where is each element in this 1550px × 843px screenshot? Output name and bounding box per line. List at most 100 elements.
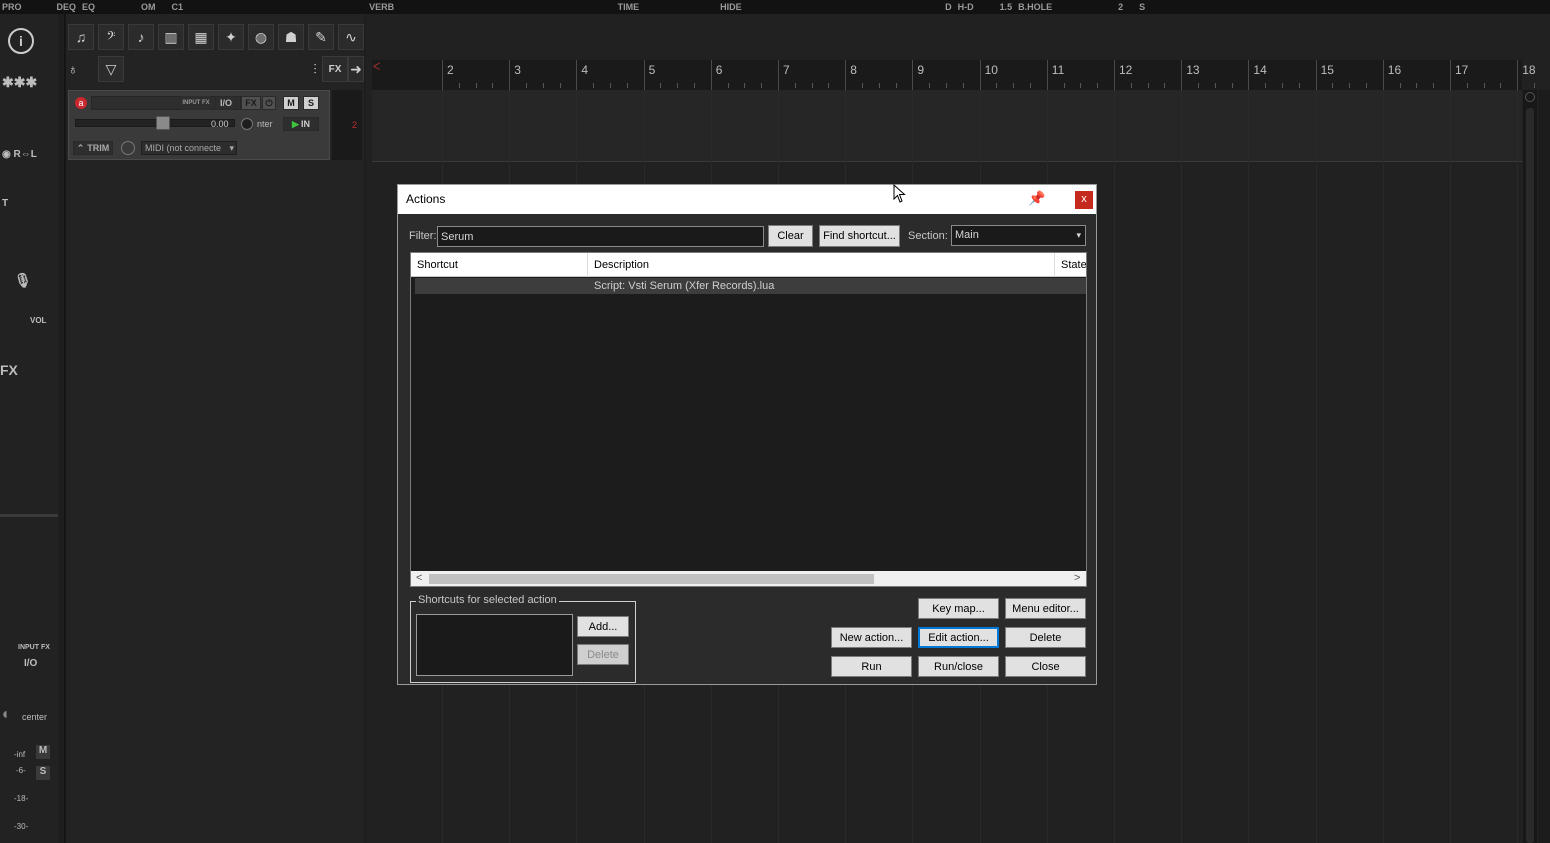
mic-small-icon[interactable]: ♁ — [60, 56, 86, 82]
fx-button[interactable]: FX — [241, 96, 261, 110]
freeze-icon[interactable]: ✱✱✱ — [2, 74, 37, 91]
clear-button[interactable]: Clear — [768, 225, 813, 247]
pan-knob-icon[interactable]: ◖ — [0, 706, 10, 724]
record-arm-button[interactable]: a — [75, 97, 87, 109]
toolbar-item[interactable]: OM — [141, 2, 156, 12]
toolbar-item[interactable]: 2 — [1118, 2, 1123, 12]
scrollbar-thumb[interactable] — [1526, 108, 1534, 843]
piano-icon[interactable]: ▥ — [158, 24, 184, 50]
fx-insert-icon[interactable]: FX — [322, 56, 348, 82]
trim-button[interactable]: ⌃ TRIM — [73, 141, 113, 155]
toolbar-item[interactable]: C1 — [172, 2, 184, 12]
toolbar-item[interactable]: H-D — [958, 2, 974, 12]
volume-slider-thumb[interactable] — [156, 116, 170, 130]
routing-icon[interactable]: ◉ R⇔L — [2, 149, 37, 160]
input-fx-label[interactable]: INPUT FX — [18, 644, 50, 651]
toolbar-item[interactable]: VERB — [369, 2, 394, 12]
toolbar-item[interactable]: DEQ — [57, 2, 77, 12]
fx-label[interactable]: FX — [0, 362, 18, 378]
toolbar-item[interactable]: D — [945, 2, 952, 12]
loop-marker-icon[interactable]: ᐸ — [373, 62, 380, 73]
vertical-scrollbar[interactable] — [1523, 90, 1537, 843]
add-shortcut-button[interactable]: Add... — [577, 616, 629, 637]
run-button[interactable]: Run — [831, 656, 912, 677]
ruler-beat-tick — [694, 83, 695, 88]
io-label[interactable]: I/O — [24, 658, 37, 669]
delete-action-button[interactable]: Delete — [1005, 627, 1086, 648]
column-header-state[interactable]: State — [1055, 253, 1086, 277]
input-monitor-button[interactable]: ▶ IN — [283, 117, 319, 131]
tempo-icon[interactable]: T — [2, 198, 8, 209]
ruler-tick — [442, 60, 443, 90]
solo-button[interactable]: S — [36, 766, 50, 780]
menu-editor-button[interactable]: Menu editor... — [1005, 598, 1086, 619]
toolbar-item[interactable]: B.HOLE — [1018, 2, 1052, 12]
ruler-beat-tick — [626, 83, 628, 88]
drums-icon[interactable]: ♫ — [68, 24, 94, 50]
volume-label[interactable]: VOL — [30, 316, 46, 325]
microphone-icon[interactable]: 🎙 — [14, 272, 32, 289]
input-fx-button[interactable]: INPUT FX — [181, 96, 211, 110]
pick-icon[interactable]: ▽ — [98, 56, 124, 82]
zoom-icon[interactable] — [1525, 92, 1535, 102]
vocal-icon[interactable]: ☗ — [278, 24, 304, 50]
strings-icon[interactable]: ✦ — [218, 24, 244, 50]
list-item[interactable]: Script: Vsti Serum (Xfer Records).lua — [415, 278, 1086, 294]
ruler-beat-tick — [1399, 83, 1401, 88]
midi-input-select[interactable]: MIDI (not connecte ▾ — [141, 141, 237, 155]
arrow-right-icon[interactable]: ➜ — [348, 56, 364, 82]
section-select[interactable]: Main ▾ — [951, 225, 1086, 246]
pan-knob-icon[interactable] — [241, 118, 253, 130]
waveform-icon[interactable]: ∿ — [338, 24, 364, 50]
key-map-button[interactable]: Key map... — [918, 598, 999, 619]
ruler-tick — [1114, 60, 1115, 90]
keyboard-icon[interactable]: ▦ — [188, 24, 214, 50]
sort-ascending-icon: ^ — [817, 252, 822, 257]
toolbar-item[interactable]: EQ — [82, 2, 95, 12]
actions-list[interactable]: Shortcut Description ^ State Script: Vst… — [410, 252, 1087, 587]
toolbar-item[interactable]: TIME — [618, 2, 640, 12]
ruler-beat-tick — [862, 83, 863, 88]
toolbar-item[interactable]: HIDE — [720, 2, 742, 12]
new-action-button[interactable]: New action... — [831, 627, 912, 648]
find-shortcut-button[interactable]: Find shortcut... — [819, 225, 900, 247]
track-lane[interactable] — [372, 90, 1522, 162]
toolbar-item[interactable]: 1.5 — [1000, 2, 1013, 12]
pen-icon[interactable]: ✎ — [308, 24, 334, 50]
chevron-left-icon[interactable]: < — [416, 572, 422, 584]
phase-icon[interactable] — [121, 141, 135, 155]
pin-icon[interactable]: 📌 — [1028, 190, 1045, 207]
dialog-titlebar[interactable]: Actions 📌 x — [398, 185, 1096, 214]
toolbar-item[interactable]: PRO — [2, 2, 22, 12]
close-button[interactable]: Close — [1005, 656, 1086, 677]
ruler-beat-tick — [1198, 83, 1199, 88]
column-header-shortcut[interactable]: Shortcut — [411, 253, 588, 277]
scrollbar-thumb[interactable] — [429, 574, 874, 584]
mute-button[interactable]: M — [36, 745, 50, 759]
ruler-beat-tick — [1298, 83, 1300, 88]
bass-clef-icon[interactable]: 𝄢 — [98, 24, 124, 50]
column-header-description[interactable]: Description — [588, 253, 1055, 277]
chevron-right-icon[interactable]: > — [1074, 572, 1080, 584]
track-header[interactable]: a INPUT FX I/O FX ⏻ M S 0.00 nter ▶ IN ⌃… — [68, 90, 330, 160]
ruler-tick — [710, 60, 712, 90]
filter-input[interactable] — [437, 226, 764, 247]
delete-shortcut-button[interactable]: Delete — [577, 644, 629, 665]
mute-button[interactable]: M — [283, 96, 299, 110]
io-button[interactable]: I/O — [215, 96, 237, 110]
fx-bypass-icon[interactable]: ⏻ — [262, 96, 276, 110]
ruler-measure-number: 17 — [1455, 63, 1469, 77]
section-value: Main — [955, 229, 979, 241]
run-close-button[interactable]: Run/close — [918, 656, 999, 677]
close-icon[interactable]: x — [1075, 191, 1093, 209]
ruler-beat-tick — [828, 83, 830, 88]
solo-button[interactable]: S — [303, 96, 319, 110]
horizontal-scrollbar[interactable]: < > — [411, 571, 1086, 586]
guitar-icon[interactable]: ♪ — [128, 24, 154, 50]
shortcut-list[interactable] — [416, 614, 573, 676]
info-icon[interactable]: i — [8, 28, 34, 54]
timeline-ruler[interactable]: 2 3 4 5 6 7 8 9 10 11 12 13 14 15 16 17 18 — [372, 60, 1536, 90]
edit-action-button[interactable]: Edit action... — [918, 627, 999, 648]
toolbar-item[interactable]: S — [1139, 2, 1145, 12]
microphone-icon[interactable]: ◍ — [248, 24, 274, 50]
